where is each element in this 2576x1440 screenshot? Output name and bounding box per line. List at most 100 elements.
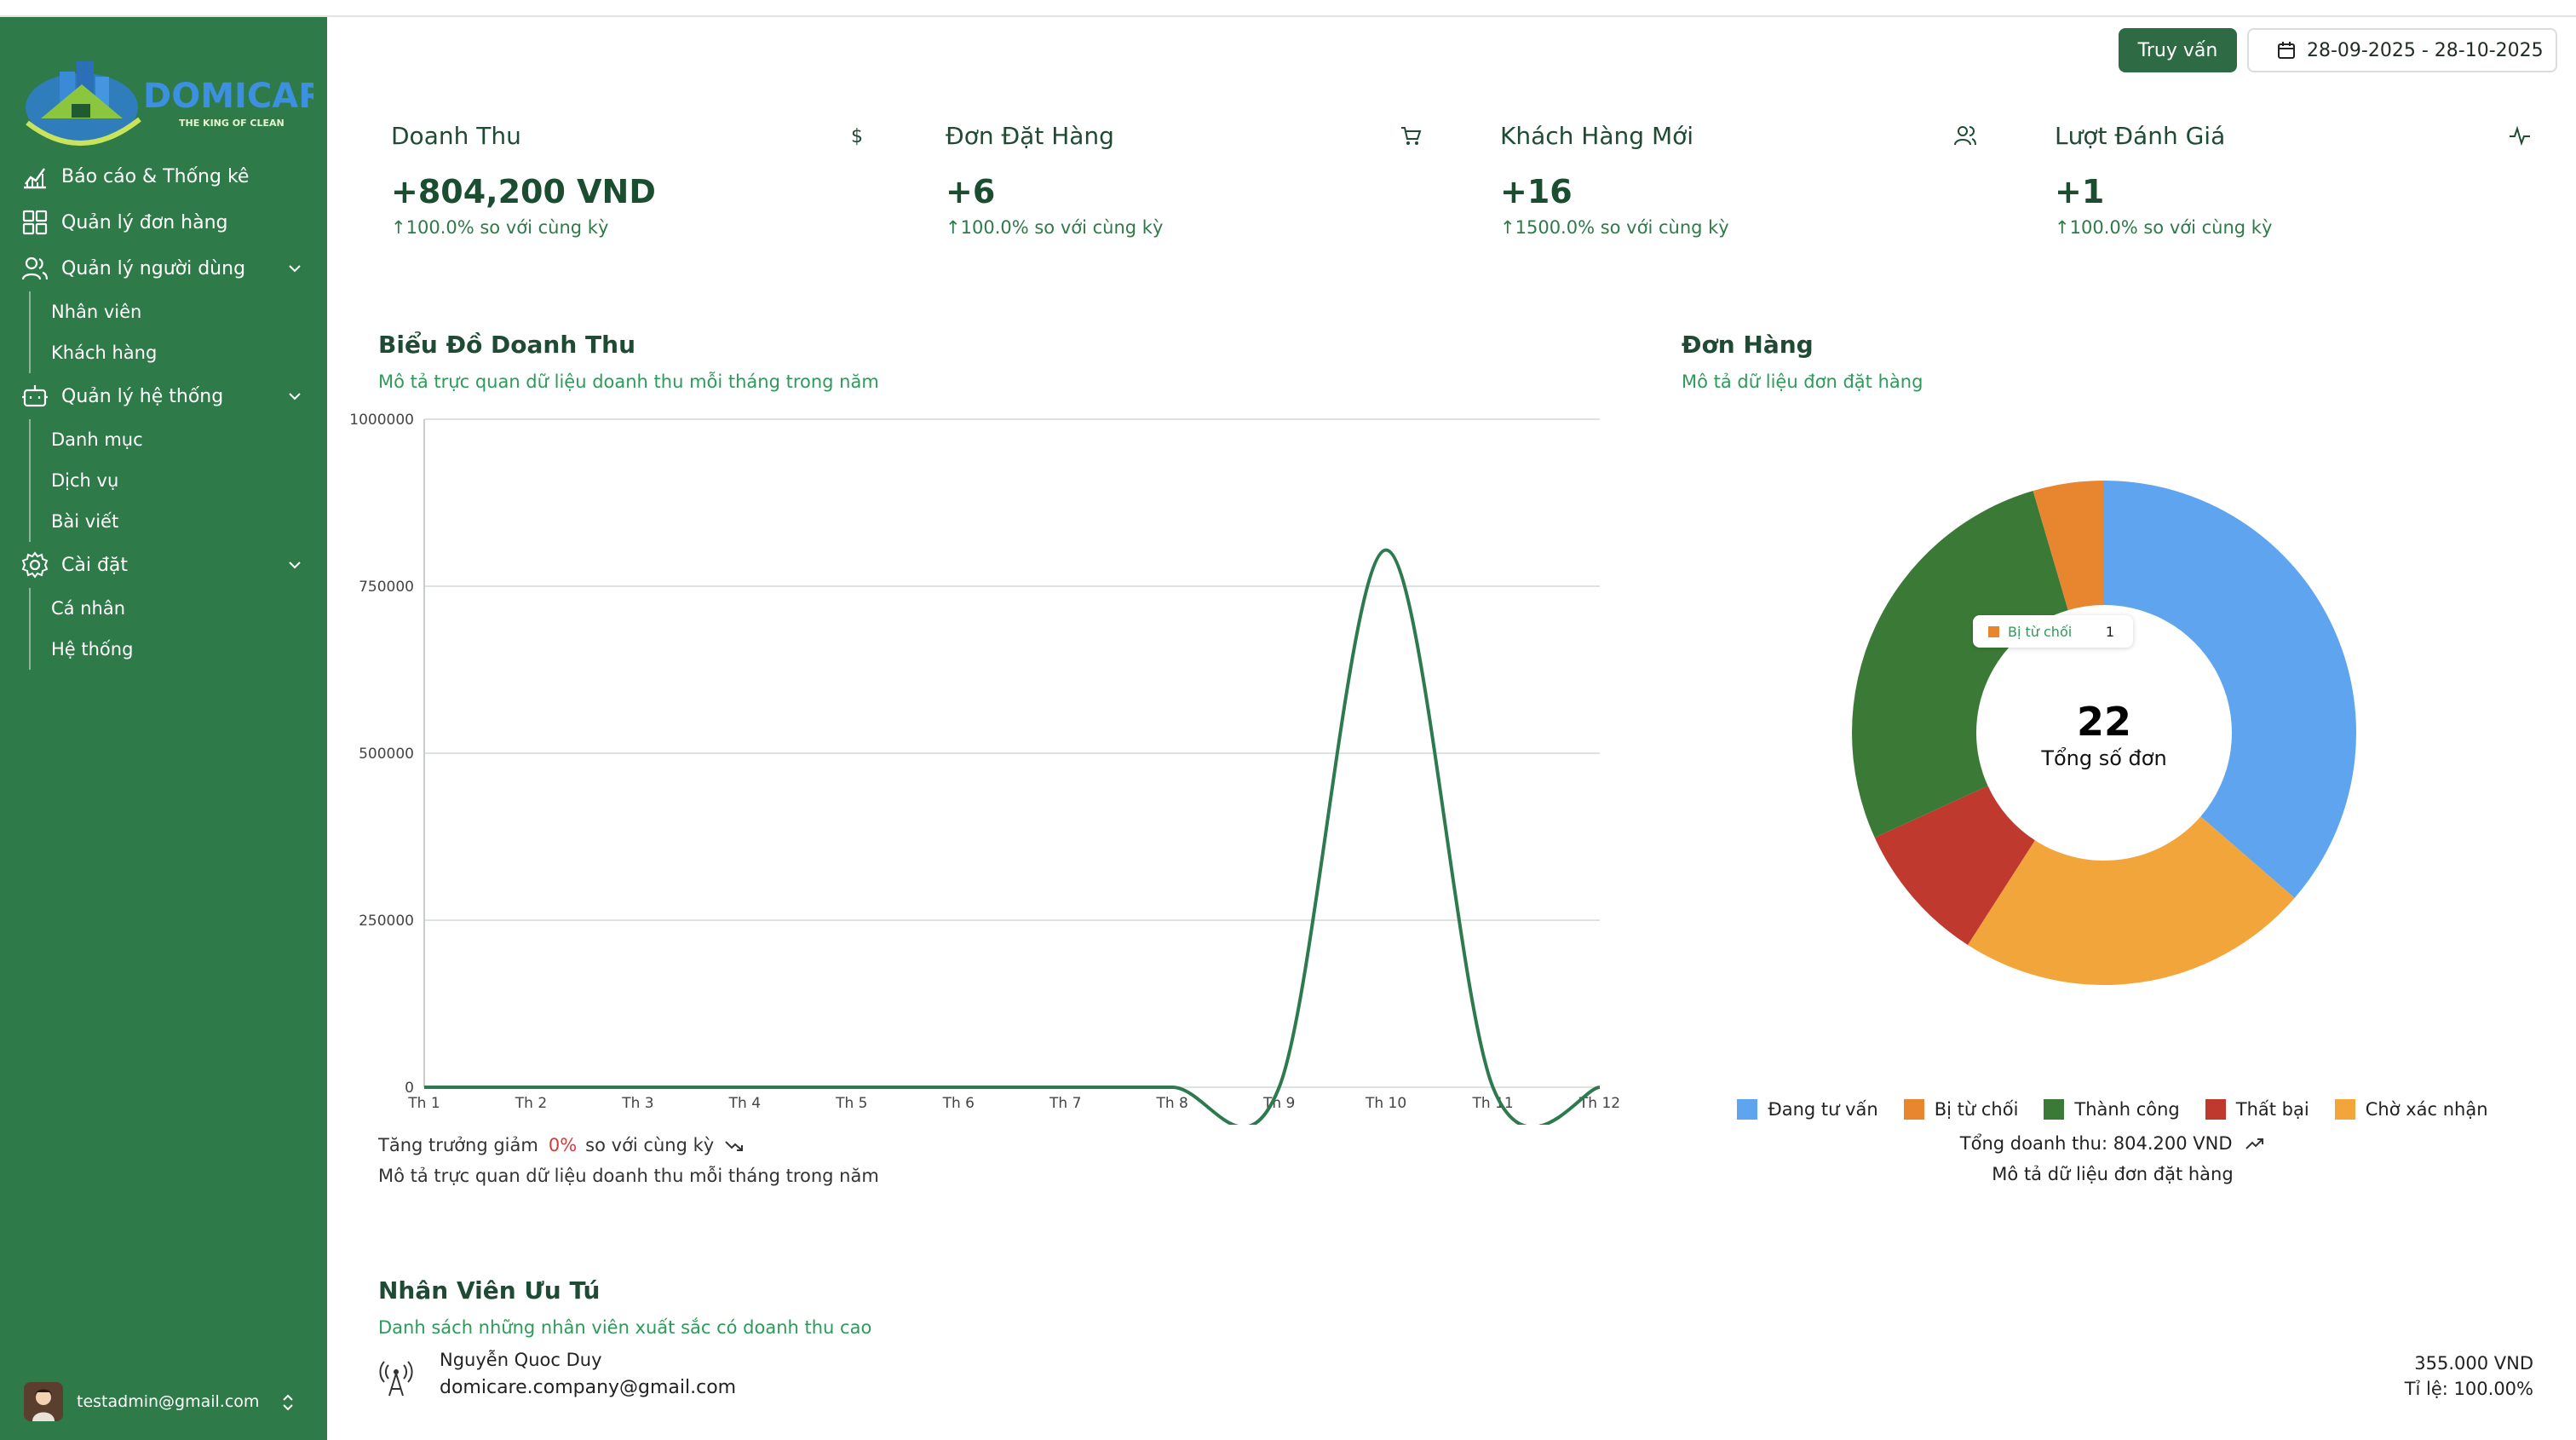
legend-item[interactable]: Chờ xác nhận: [2334, 1099, 2488, 1120]
orders-chart-title: Đơn Hàng: [1682, 331, 1814, 359]
query-button[interactable]: Truy vấn: [2119, 28, 2237, 72]
sidebar-item-system[interactable]: Quản lý hệ thống: [0, 373, 327, 419]
users-icon: [20, 254, 49, 283]
legend-item[interactable]: Thất bại: [2205, 1099, 2309, 1120]
arrow-up-icon: ↑: [391, 217, 406, 238]
employee-rate: Tỉ lệ: 100.00%: [2404, 1379, 2533, 1399]
sidebar-nav: Báo cáo & Thống kê Quản lý đơn hàng Quản…: [0, 153, 327, 670]
arrow-up-icon: ↑: [2055, 217, 2070, 238]
revenue-footer-note: Mô tả trực quan dữ liệu doanh thu mỗi th…: [378, 1166, 879, 1186]
legend-swatch: [2044, 1099, 2065, 1120]
y-tick-label: 0: [405, 1080, 414, 1097]
sidebar-item-personal[interactable]: Cá nhân: [51, 588, 327, 629]
x-tick-label: Th 8: [1155, 1095, 1187, 1112]
chevron-down-icon[interactable]: [286, 388, 303, 405]
legend-label: Đang tư vấn: [1768, 1099, 1878, 1120]
sidebar-item-orders[interactable]: Quản lý đơn hàng: [0, 199, 327, 245]
donut-legend: Đang tư vấn Bị từ chối Thành công Thất bại C…: [1712, 1099, 2513, 1120]
stat-title: Doanh Thu: [391, 122, 521, 150]
stat-card-revenue: Doanh Thu $ +804,200 VND ↑100.0% so với …: [391, 115, 868, 251]
employee-revenue: 355.000 VND: [2414, 1353, 2533, 1374]
sidebar-item-categories[interactable]: Danh mục: [51, 419, 327, 460]
x-tick-label: Th 2: [515, 1095, 547, 1112]
stat-value: +16: [1500, 173, 1573, 210]
activity-icon: [2510, 125, 2530, 147]
sidebar-item-employees[interactable]: Nhân viên: [51, 291, 327, 332]
tooltip-value: 1: [2105, 623, 2114, 640]
employee-row[interactable]: Nguyễn Quoc Duy domicare.company@gmail.c…: [378, 1346, 2533, 1406]
sidebar-item-reports[interactable]: Báo cáo & Thống kê: [0, 153, 327, 199]
revenue-series-line: [423, 548, 1601, 1125]
grid-icon: [20, 208, 49, 237]
broadcast-tower-icon: [379, 1361, 413, 1397]
total-revenue-text: Tổng doanh thu: 804.200 VND: [1959, 1133, 2233, 1154]
legend-swatch: [1903, 1099, 1924, 1120]
x-tick-label: Th 6: [942, 1095, 975, 1112]
domicare-logo[interactable]: DOMICARE THE KING OF CLEAN: [15, 37, 348, 148]
chevron-down-icon[interactable]: [286, 556, 303, 573]
logo-tagline: THE KING OF CLEAN: [179, 118, 285, 129]
date-range-value: 28-09-2025 - 28-10-2025: [2307, 39, 2544, 61]
orders-total-revenue: Tổng doanh thu: 804.200 VND: [1712, 1133, 2513, 1154]
users-icon: [1954, 126, 1976, 146]
stat-title: Đơn Đặt Hàng: [946, 122, 1114, 150]
trending-up-icon: [2245, 1138, 2264, 1149]
stat-title: Khách Hàng Mới: [1500, 122, 1694, 150]
tooltip-swatch: [1988, 625, 1999, 637]
revenue-trend: Tăng trưởng giảm 0% so với cùng kỳ: [378, 1135, 745, 1155]
sidebar-item-system-settings[interactable]: Hệ thống: [51, 629, 327, 670]
employees-title: Nhân Viên Ưu Tú: [378, 1276, 601, 1305]
arrow-up-icon: ↑: [946, 217, 961, 238]
stat-value: +6: [946, 173, 996, 210]
chevron-down-icon[interactable]: [286, 260, 303, 277]
arrow-up-icon: ↑: [1500, 217, 1515, 238]
stat-title: Lượt Đánh Giá: [2055, 122, 2226, 150]
legend-label: Thất bại: [2235, 1099, 2309, 1120]
trend-percent: 0%: [548, 1135, 578, 1155]
stat-card-reviews: Lượt Đánh Giá +1 ↑100.0% so với cùng kỳ: [2055, 115, 2532, 251]
y-tick-label: 750000: [359, 579, 414, 596]
dollar-icon: $: [851, 126, 863, 147]
legend-item[interactable]: Bị từ chối: [1903, 1099, 2019, 1120]
y-tick-label: 1000000: [349, 412, 414, 429]
stat-change: ↑1500.0% so với cùng kỳ: [1500, 217, 1729, 238]
trending-down-icon: [725, 1141, 744, 1151]
submenu-system: Danh mục Dịch vụ Bài viết: [29, 419, 327, 542]
donut-slice[interactable]: [1852, 490, 2068, 838]
revenue-chart-description: Mô tả trực quan dữ liệu doanh thu mỗi th…: [378, 372, 879, 392]
user-account-switcher[interactable]: testadmin@gmail.com: [24, 1380, 313, 1423]
sidebar-item-label: Báo cáo & Thống kê: [61, 165, 250, 187]
donut-center: 22 Tổng số đơn: [2019, 699, 2189, 770]
sidebar-item-users[interactable]: Quản lý người dùng: [0, 245, 327, 291]
avatar: [24, 1382, 63, 1421]
sidebar-item-services[interactable]: Dịch vụ: [51, 460, 327, 501]
calendar-icon: [2278, 42, 2295, 59]
orders-chart-description: Mô tả dữ liệu đơn đặt hàng: [1682, 372, 1923, 392]
legend-swatch: [1737, 1099, 1758, 1120]
submenu-settings: Cá nhân Hệ thống: [29, 588, 327, 670]
revenue-chart-title: Biểu Đồ Doanh Thu: [378, 331, 636, 359]
svg-text:$: $: [851, 126, 863, 147]
sidebar-item-posts[interactable]: Bài viết: [51, 501, 327, 542]
legend-label: Bị từ chối: [1934, 1099, 2019, 1120]
trend-text: Tăng trưởng giảm: [378, 1135, 538, 1155]
legend-item[interactable]: Đang tư vấn: [1737, 1099, 1878, 1120]
orders-footer-note: Mô tả dữ liệu đơn đặt hàng: [1992, 1164, 2234, 1184]
sidebar-item-settings[interactable]: Cài đặt: [0, 542, 327, 588]
revenue-line-chart: 0 250000 500000 750000 1000000 Th 1 Th 2 Th 3 Th…: [349, 412, 1620, 1125]
stat-change-text: 100.0% so với cùng kỳ: [405, 217, 609, 238]
legend-swatch: [2205, 1099, 2226, 1120]
x-tick-label: Th 11: [1471, 1095, 1513, 1112]
x-tick-label: Th 4: [728, 1095, 761, 1112]
stat-value: +804,200 VND: [391, 173, 656, 210]
date-range-picker[interactable]: 28-09-2025 - 28-10-2025: [2247, 28, 2557, 72]
orders-total: 22: [2076, 699, 2131, 745]
x-tick-label: Th 10: [1365, 1095, 1406, 1112]
y-tick-label: 500000: [359, 746, 414, 763]
stat-change-text: 1500.0% so với cùng kỳ: [1515, 217, 1729, 238]
sidebar-item-label: Quản lý đơn hàng: [61, 211, 228, 233]
sidebar-item-customers[interactable]: Khách hàng: [51, 332, 327, 373]
legend-item[interactable]: Thành công: [2044, 1099, 2180, 1120]
donut-slice[interactable]: [2104, 481, 2356, 898]
employees-description: Danh sách những nhân viên xuất sắc có do…: [378, 1317, 872, 1338]
